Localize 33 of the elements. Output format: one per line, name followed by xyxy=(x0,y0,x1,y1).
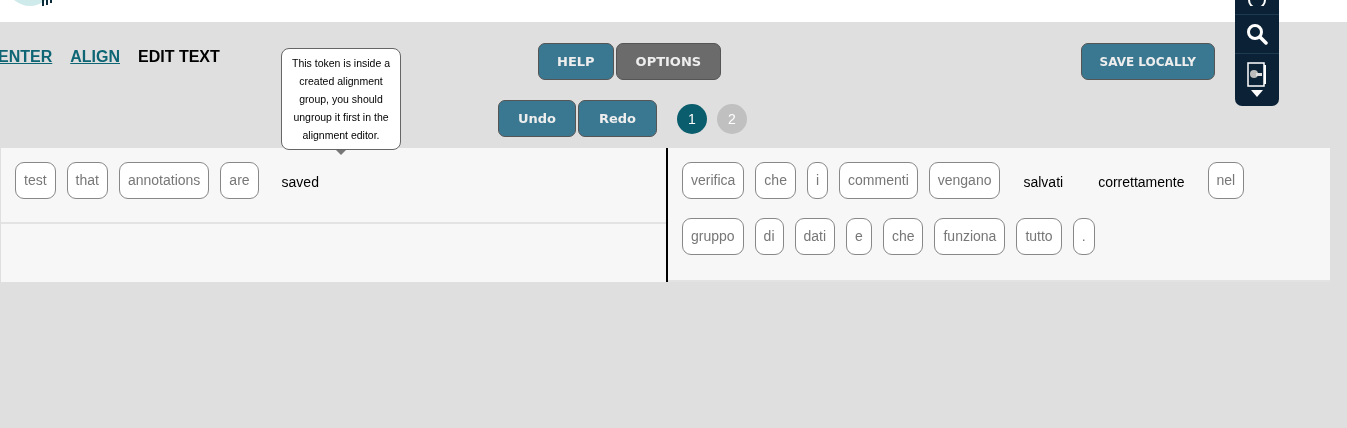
history-button[interactable]: Redo xyxy=(578,100,657,137)
token-chip[interactable]: che xyxy=(755,162,796,199)
token-chip[interactable]: nel xyxy=(1207,162,1245,199)
token-chip[interactable]: test xyxy=(15,162,56,199)
tooltip: This token is inside a created alignment group, you should ungroup it first in the alignment editor. xyxy=(281,48,401,150)
toolbar-button[interactable]: HELP xyxy=(538,43,614,80)
token-chip[interactable]: verifica xyxy=(682,162,745,199)
token-chip[interactable]: . xyxy=(1072,218,1095,255)
token-chip[interactable]: annotations xyxy=(118,162,210,199)
tooltip-pointer-icon xyxy=(336,150,346,155)
token-chip[interactable]: e xyxy=(846,218,872,255)
token-chip[interactable]: dati xyxy=(794,218,836,255)
token-chip[interactable]: that xyxy=(66,162,108,199)
save-button[interactable]: SAVE LOCALLY xyxy=(1080,43,1215,80)
token-text[interactable]: correttamente xyxy=(1086,162,1197,199)
token-chip[interactable]: commenti xyxy=(839,162,918,199)
token-text[interactable]: salvati xyxy=(1011,162,1076,199)
page-indicator[interactable]: 1 xyxy=(677,103,707,134)
token-chip[interactable]: tutto xyxy=(1016,218,1062,255)
token-chip[interactable]: che xyxy=(882,218,924,255)
toolbar-button[interactable]: OPTIONS xyxy=(615,43,722,80)
token-chip[interactable]: i xyxy=(806,162,829,199)
nav-tab[interactable]: ALIGN xyxy=(70,48,120,66)
book-icon[interactable] xyxy=(1246,62,1268,98)
token-chip[interactable]: are xyxy=(220,162,259,199)
search-icon[interactable] xyxy=(1246,23,1268,45)
token-text[interactable]: saved xyxy=(269,162,331,199)
token-chip[interactable]: vengano xyxy=(928,162,1001,199)
token-chip[interactable]: funziona xyxy=(934,218,1006,255)
history-button[interactable]: Undo xyxy=(498,100,576,137)
nav-tab[interactable]: EDIT TEXT xyxy=(138,48,220,66)
token-chip[interactable]: di xyxy=(754,218,784,255)
token-chip[interactable]: gruppo xyxy=(682,218,744,255)
